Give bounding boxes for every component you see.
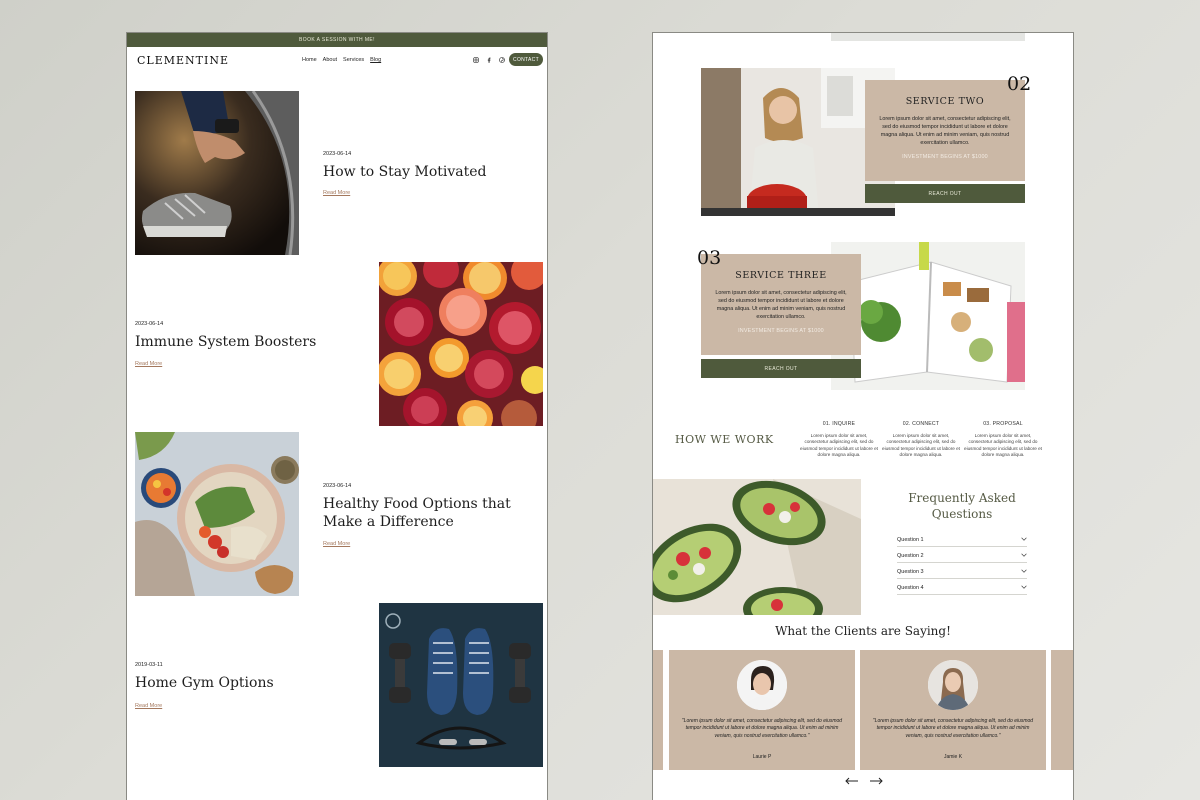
- service-description: Lorem ipsum dolor sit amet, consectetur …: [715, 290, 847, 321]
- faq-title: Frequently Asked Questions: [897, 491, 1027, 522]
- faq-title-line: Questions: [931, 506, 993, 521]
- top-banner[interactable]: BOOK A SESSION WITH ME!: [127, 33, 547, 47]
- service-three-card: SERVICE THREE Lorem ipsum dolor sit amet…: [701, 254, 861, 355]
- instagram-icon[interactable]: [473, 57, 479, 65]
- step-description: Lorem ipsum dolor sit amet, consectetur …: [882, 433, 960, 458]
- service-investment: INVESTMENT BEGINS AT $1000: [738, 328, 824, 335]
- post-title[interactable]: Immune System Boosters: [135, 334, 355, 352]
- chevron-down-icon[interactable]: [1021, 569, 1027, 575]
- process-step: 02. CONNECT Lorem ipsum dolor sit amet, …: [881, 421, 961, 459]
- read-more-link[interactable]: Read More: [323, 190, 350, 196]
- contact-button[interactable]: CONTACT: [509, 53, 543, 66]
- social-links: [473, 57, 505, 65]
- post-date: 2019-03-11: [135, 662, 163, 668]
- step-title: 02. CONNECT: [902, 421, 940, 427]
- service-description: Lorem ipsum dolor sit amet, consectetur …: [879, 116, 1011, 147]
- reach-out-button[interactable]: REACH OUT: [701, 359, 861, 378]
- nav-about[interactable]: About: [323, 57, 337, 63]
- service-investment: INVESTMENT BEGINS AT $1000: [902, 154, 988, 161]
- post-image-food-bowl[interactable]: [135, 432, 299, 596]
- post-date: 2023-06-14: [135, 321, 164, 327]
- nav-services[interactable]: Services: [343, 57, 364, 63]
- testimonial-card: "Lorem ipsum dolor sit amet, consectetur…: [860, 650, 1046, 770]
- facebook-icon[interactable]: [486, 57, 492, 65]
- testimonial-card-peek: [653, 650, 663, 770]
- step-description: Lorem ipsum dolor sit amet, consectetur …: [964, 433, 1042, 458]
- faq-item[interactable]: Question 1: [897, 533, 1027, 547]
- post-image-gym-gear[interactable]: [379, 603, 543, 767]
- chevron-down-icon[interactable]: [1021, 553, 1027, 559]
- chevron-down-icon[interactable]: [1021, 585, 1027, 591]
- faq-item[interactable]: Question 2: [897, 549, 1027, 563]
- nav-home[interactable]: Home: [302, 57, 317, 63]
- service-number: 03: [697, 247, 722, 269]
- brand-logo[interactable]: CLEMENTINE: [137, 54, 229, 67]
- faq-title-line: Frequently Asked: [908, 491, 1016, 505]
- carousel-controls: [845, 773, 883, 788]
- testimonial-card-peek: [1051, 650, 1073, 770]
- chevron-down-icon[interactable]: [1021, 537, 1027, 543]
- testimonial-quote: "Lorem ipsum dolor sit amet, consectetur…: [872, 718, 1034, 739]
- service-title: SERVICE THREE: [735, 270, 827, 281]
- step-title: 03. PROPOSAL: [983, 421, 1023, 427]
- post-title[interactable]: Home Gym Options: [135, 675, 355, 693]
- step-title: 01. INQUIRE: [822, 421, 856, 427]
- read-more-link[interactable]: Read More: [135, 361, 162, 367]
- main-nav: Home About Services Blog: [302, 57, 381, 63]
- service-two-card: SERVICE TWO Lorem ipsum dolor sit amet, …: [865, 80, 1025, 181]
- process-step: 03. PROPOSAL Lorem ipsum dolor sit amet,…: [963, 421, 1043, 459]
- avatar: [928, 660, 978, 710]
- service-number: 02: [1007, 73, 1032, 95]
- post-image-fruit[interactable]: [379, 262, 543, 426]
- faq-item[interactable]: Question 3: [897, 565, 1027, 579]
- service-title: SERVICE TWO: [905, 96, 985, 107]
- post-title[interactable]: Healthy Food Options that Make a Differe…: [323, 496, 538, 531]
- process-step: 01. INQUIRE Lorem ipsum dolor sit amet, …: [799, 421, 879, 459]
- testimonial-author: Laurie P: [752, 754, 772, 760]
- services-page-panel: SERVICE TWO Lorem ipsum dolor sit amet, …: [652, 32, 1074, 800]
- faq-image-avocado: [653, 479, 861, 615]
- read-more-link[interactable]: Read More: [323, 541, 350, 547]
- post-image-motivation[interactable]: [135, 91, 299, 255]
- nav-blog[interactable]: Blog: [370, 57, 381, 63]
- pinterest-icon[interactable]: [499, 57, 505, 65]
- testimonial-card: "Lorem ipsum dolor sit amet, consectetur…: [669, 650, 855, 770]
- faq-item[interactable]: Question 4: [897, 581, 1027, 595]
- post-date: 2023-06-14: [323, 151, 352, 157]
- testimonial-quote: "Lorem ipsum dolor sit amet, consectetur…: [681, 718, 843, 739]
- post-title[interactable]: How to Stay Motivated: [323, 164, 533, 182]
- faq-question: Question 1: [897, 536, 924, 543]
- reach-out-button[interactable]: REACH OUT: [865, 184, 1025, 203]
- testimonial-author: Jamie K: [943, 754, 963, 760]
- post-date: 2023-06-14: [323, 483, 352, 489]
- step-description: Lorem ipsum dolor sit amet, consectetur …: [800, 433, 878, 458]
- arrow-right-icon[interactable]: [869, 773, 883, 788]
- cropped-image-top: [831, 33, 1025, 41]
- faq-question: Question 2: [897, 552, 924, 559]
- arrow-left-icon[interactable]: [845, 773, 859, 788]
- faq-question: Question 3: [897, 568, 924, 575]
- avatar: [737, 660, 787, 710]
- blog-page-panel: BOOK A SESSION WITH ME! CLEMENTINE Home …: [126, 32, 548, 800]
- faq-question: Question 4: [897, 584, 924, 591]
- how-we-work-title: HOW WE WORK: [675, 433, 774, 446]
- read-more-link[interactable]: Read More: [135, 703, 162, 709]
- banner-text[interactable]: BOOK A SESSION WITH ME!: [299, 37, 375, 43]
- testimonials-title: What the Clients are Saying!: [775, 624, 951, 638]
